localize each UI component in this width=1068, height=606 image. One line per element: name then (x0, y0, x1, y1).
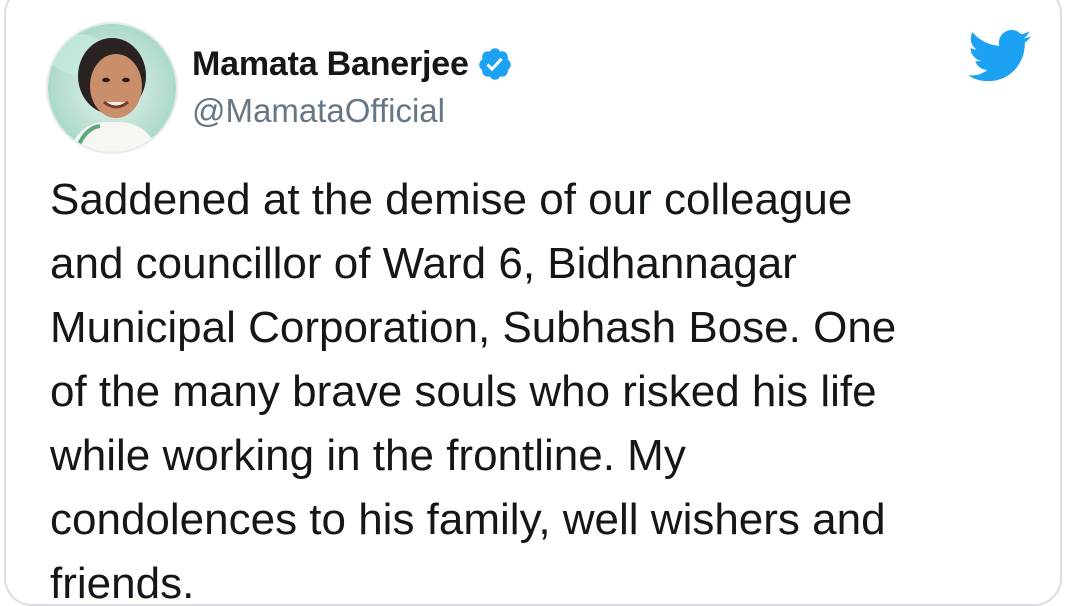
tweet-text-line: Municipal Corporation, Subhash Bose. One (50, 303, 897, 352)
tweet-card: Mamata Banerjee @MamataOfficial Saddened… (4, 0, 1062, 606)
tweet-text: Saddened at the demise of our colleague … (50, 168, 1040, 606)
author-handle[interactable]: @MamataOfficial (192, 92, 445, 130)
twitter-bird-icon[interactable] (966, 28, 1032, 82)
tweet-text-line: and councillor of Ward 6, Bidhannagar (50, 239, 797, 288)
verified-badge-icon (477, 46, 513, 82)
tweet-text-line: condolences to his family, well wishers … (50, 495, 886, 544)
author-row: Mamata Banerjee (192, 44, 513, 84)
avatar-photo (48, 24, 176, 152)
tweet-text-line: Saddened at the demise of our colleague (50, 175, 853, 224)
tweet-text-line: friends. (50, 559, 195, 606)
author-display-name[interactable]: Mamata Banerjee (192, 45, 469, 84)
avatar[interactable] (46, 22, 178, 154)
tweet-text-line: of the many brave souls who risked his l… (50, 367, 877, 416)
tweet-text-line: while working in the frontline. My (50, 431, 686, 480)
